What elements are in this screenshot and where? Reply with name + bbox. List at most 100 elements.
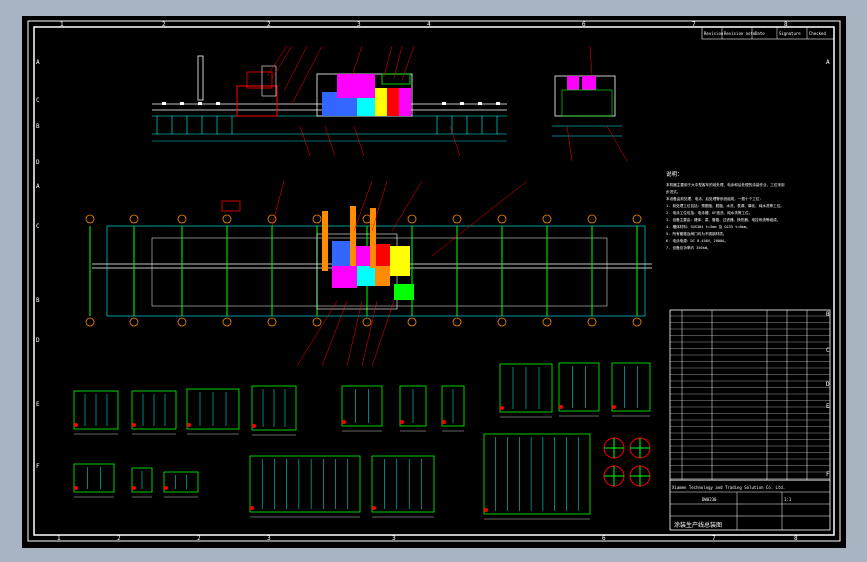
notes-line: 6. 电泳电源：DC 0-450V，2000A。 — [666, 238, 728, 243]
notes-line: 本设备由前处理、电泳、后处理等系统组成，一般十个工位： — [666, 196, 763, 201]
left-letter: E — [36, 401, 40, 408]
detail-symbols — [603, 437, 651, 487]
bottom-num: 3 — [392, 535, 396, 542]
column-marker — [267, 317, 277, 327]
detail-views — [73, 362, 651, 520]
column-marker — [177, 317, 187, 327]
bottom-num: 1 — [57, 535, 61, 542]
company-name: Xiamen Technology and Trading Solution C… — [672, 485, 785, 490]
detail-view — [558, 362, 600, 417]
left-letter: C — [36, 97, 40, 104]
column-marker — [129, 317, 139, 327]
column-marker — [407, 214, 417, 224]
detail-view — [499, 363, 553, 418]
right-letter: E — [826, 403, 830, 410]
notes-line: 7. 设备总功率约 350kW。 — [666, 245, 711, 250]
bottom-num: 8 — [794, 535, 798, 542]
detail-view — [186, 388, 240, 435]
top-num: 1 — [60, 21, 64, 28]
bottom-num: 2 — [197, 535, 201, 542]
detail-view — [131, 467, 153, 498]
top-num: 6 — [582, 21, 586, 28]
column-marker — [129, 214, 139, 224]
column-marker — [632, 214, 642, 224]
notes-line: 5. 所有管路及阀门均为不锈钢材质。 — [666, 231, 726, 236]
right-letter: B — [826, 311, 830, 318]
column-marker — [497, 214, 507, 224]
drawing-scale: 1:1 — [784, 497, 792, 502]
column-marker — [85, 317, 95, 327]
title-block: Xiamen Technology and Trading Solution C… — [669, 479, 831, 531]
left-letter: B — [36, 297, 40, 304]
plan-view — [85, 180, 652, 367]
detail-view — [251, 385, 297, 436]
left-letter: B — [36, 123, 40, 130]
column-marker — [362, 317, 372, 327]
front-elevation-view — [152, 45, 507, 157]
right-letter: C — [826, 347, 830, 354]
left-letter: A — [36, 183, 40, 190]
column-marker — [542, 317, 552, 327]
column-marker — [177, 214, 187, 224]
bottom-num: 3 — [267, 535, 271, 542]
column-marker — [587, 317, 597, 327]
rev-header: Signature — [779, 31, 801, 36]
notes-block: 说明： 本机器主要用于大中型客车的前处理、电泳和后处理的涂装作业，工位采用 步进… — [666, 170, 785, 250]
rev-header: Revision note — [724, 31, 756, 36]
revision-table: Revision Revision note Date Signature Ch… — [701, 26, 835, 40]
detail-view — [399, 385, 427, 432]
column-marker — [222, 317, 232, 327]
notes-title: 说明： — [666, 170, 683, 178]
detail-view — [483, 433, 591, 520]
detail-view — [441, 385, 465, 432]
detail-view — [249, 455, 361, 518]
column-marker — [312, 214, 322, 224]
left-letter: D — [36, 159, 40, 166]
detail-view — [73, 463, 115, 498]
detail-view — [163, 471, 199, 498]
notes-line: 本机器主要用于大中型客车的前处理、电泳和后处理的涂装作业，工位采用 — [666, 182, 785, 187]
detail-view — [371, 455, 435, 518]
detail-view — [131, 390, 177, 435]
top-num: 3 — [357, 21, 361, 28]
bottom-num: 2 — [117, 535, 121, 542]
rev-header: Checked — [809, 31, 826, 36]
top-num: 4 — [427, 21, 431, 28]
detail-view — [611, 362, 651, 417]
cad-drawing: 1 2 2 3 4 6 7 8 1 2 2 3 3 6 7 8 A C B D … — [27, 20, 841, 542]
column-marker — [497, 317, 507, 327]
left-border-letters: A C B D A C B D E F — [36, 59, 40, 470]
detail-view — [341, 385, 383, 432]
top-num: 7 — [692, 21, 696, 28]
column-marker — [407, 317, 417, 327]
drawing-number: DW0230 — [702, 497, 717, 502]
right-letter: D — [826, 381, 830, 388]
top-num: 2 — [162, 21, 166, 28]
column-marker — [452, 317, 462, 327]
notes-line: 3. 设备主要由：槽体、泵、管路、过滤器、换热器、电控系统等组成。 — [666, 217, 780, 222]
column-marker — [362, 214, 372, 224]
column-marker — [452, 214, 462, 224]
rev-header: Revision — [704, 31, 724, 36]
notes-line: 步进式。 — [666, 189, 680, 194]
right-border-letters: A B C D E F — [826, 59, 830, 478]
side-elevation-view — [552, 45, 628, 162]
right-letter: A — [826, 59, 830, 66]
column-marker — [587, 214, 597, 224]
rev-header: Date — [755, 31, 765, 36]
column-marker — [542, 214, 552, 224]
notes-line: 1. 前处理工位包括：预脱脂、脱脂、水洗、表调、磷化、纯水洗等工位。 — [666, 203, 784, 208]
left-letter: C — [36, 223, 40, 230]
notes-line: 2. 电泳工位包括：电泳槽、UF液洗、纯水洗等工位。 — [666, 210, 752, 215]
column-marker — [632, 317, 642, 327]
column-marker — [85, 214, 95, 224]
detail-view — [73, 390, 119, 435]
drawing-sheet[interactable]: 1 2 2 3 4 6 7 8 1 2 2 3 3 6 7 8 A C B D … — [22, 16, 846, 548]
column-marker — [222, 214, 232, 224]
parts-list — [669, 309, 831, 481]
bottom-num: 7 — [712, 535, 716, 542]
bottom-num: 6 — [602, 535, 606, 542]
column-marker — [312, 317, 322, 327]
notes-line: 4. 槽体材料：SUS304 t=3mm 及 Q235 t=6mm。 — [666, 224, 750, 229]
left-letter: D — [36, 337, 40, 344]
